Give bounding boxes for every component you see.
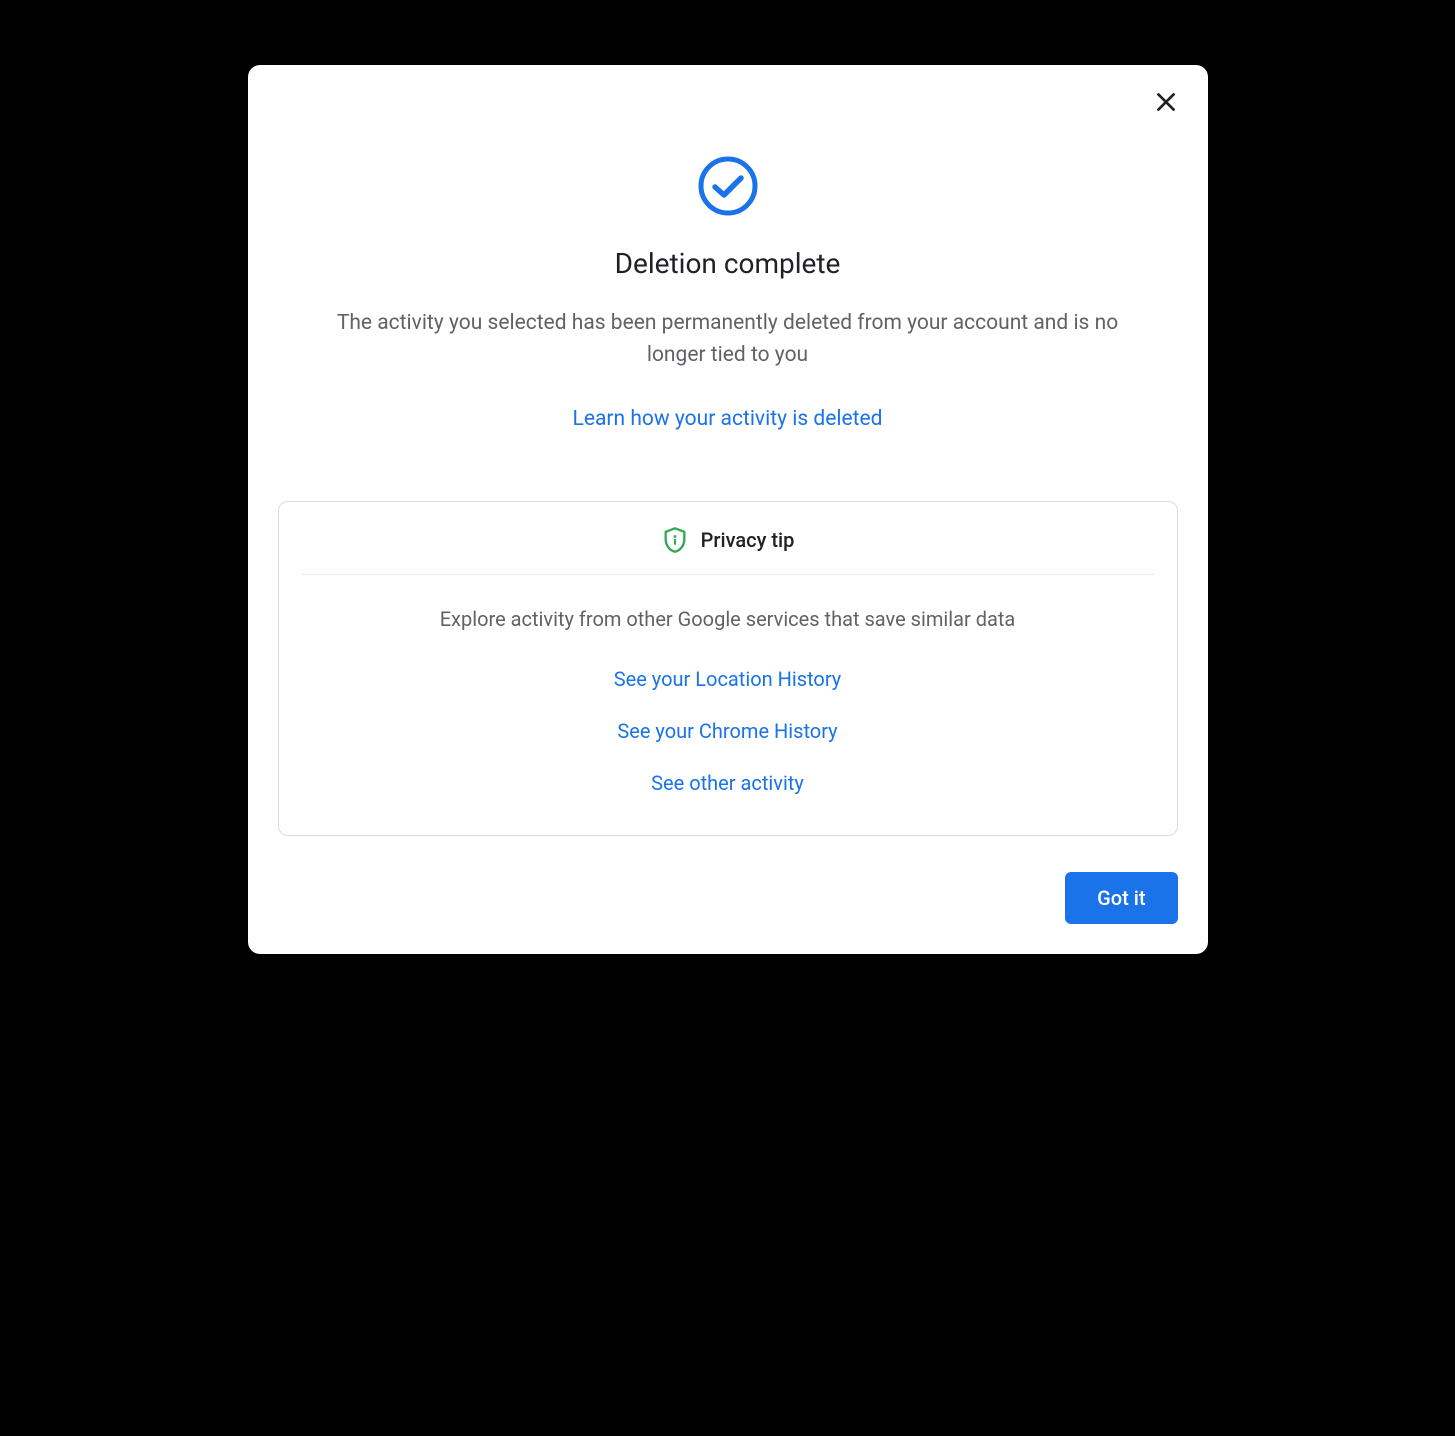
dialog-footer: Got it — [278, 872, 1178, 924]
close-icon — [1153, 89, 1179, 118]
tip-description: Explore activity from other Google servi… — [309, 607, 1147, 631]
location-history-link[interactable]: See your Location History — [614, 667, 842, 691]
shield-icon — [661, 526, 689, 554]
dialog-description: The activity you selected has been perma… — [278, 308, 1178, 371]
tip-body: Explore activity from other Google servi… — [279, 575, 1177, 835]
learn-more-link[interactable]: Learn how your activity is deleted — [573, 407, 883, 431]
deletion-complete-dialog: Deletion complete The activity you selec… — [248, 65, 1208, 954]
privacy-tip-card: Privacy tip Explore activity from other … — [278, 501, 1178, 836]
tip-header: Privacy tip — [301, 502, 1155, 575]
chrome-history-link[interactable]: See your Chrome History — [617, 719, 837, 743]
dialog-header: Deletion complete The activity you selec… — [278, 85, 1178, 431]
tip-links: See your Location History See your Chrom… — [309, 667, 1147, 795]
other-activity-link[interactable]: See other activity — [651, 771, 804, 795]
tip-title: Privacy tip — [701, 528, 795, 552]
dialog-title: Deletion complete — [278, 247, 1178, 280]
got-it-button[interactable]: Got it — [1065, 872, 1177, 924]
checkmark-circle-icon — [697, 155, 759, 217]
close-button[interactable] — [1146, 83, 1186, 123]
